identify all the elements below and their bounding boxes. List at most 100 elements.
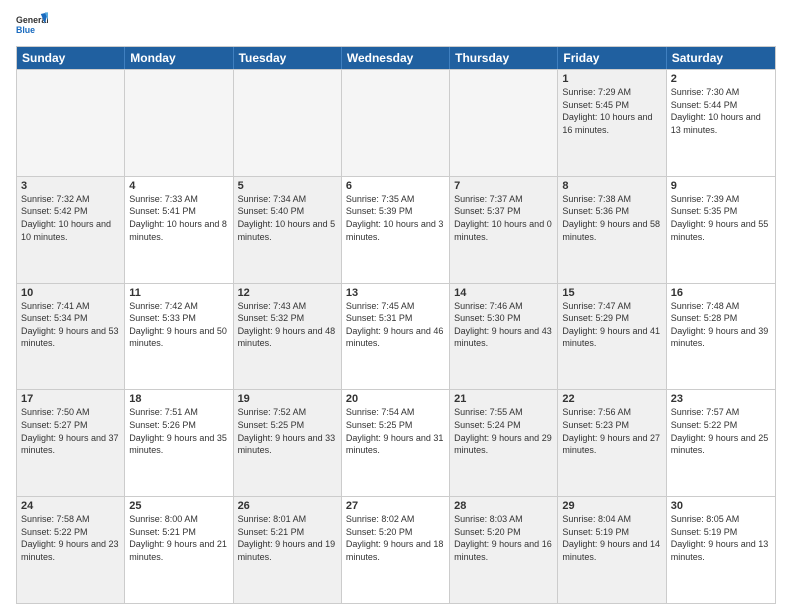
calendar-cell: 7Sunrise: 7:37 AM Sunset: 5:37 PM Daylig… bbox=[450, 177, 558, 283]
day-number: 7 bbox=[454, 180, 553, 192]
day-info: Sunrise: 7:29 AM Sunset: 5:45 PM Dayligh… bbox=[562, 86, 661, 136]
calendar-cell: 14Sunrise: 7:46 AM Sunset: 5:30 PM Dayli… bbox=[450, 284, 558, 390]
calendar-cell: 18Sunrise: 7:51 AM Sunset: 5:26 PM Dayli… bbox=[125, 390, 233, 496]
day-info: Sunrise: 8:05 AM Sunset: 5:19 PM Dayligh… bbox=[671, 513, 771, 563]
day-number: 17 bbox=[21, 393, 120, 405]
day-info: Sunrise: 7:51 AM Sunset: 5:26 PM Dayligh… bbox=[129, 406, 228, 456]
header-cell-monday: Monday bbox=[125, 47, 233, 69]
calendar-row-0: 1Sunrise: 7:29 AM Sunset: 5:45 PM Daylig… bbox=[17, 69, 775, 176]
day-info: Sunrise: 7:37 AM Sunset: 5:37 PM Dayligh… bbox=[454, 193, 553, 243]
calendar-cell: 19Sunrise: 7:52 AM Sunset: 5:25 PM Dayli… bbox=[234, 390, 342, 496]
calendar-cell: 29Sunrise: 8:04 AM Sunset: 5:19 PM Dayli… bbox=[558, 497, 666, 603]
calendar-cell: 10Sunrise: 7:41 AM Sunset: 5:34 PM Dayli… bbox=[17, 284, 125, 390]
day-number: 13 bbox=[346, 287, 445, 299]
header-cell-thursday: Thursday bbox=[450, 47, 558, 69]
header-cell-friday: Friday bbox=[558, 47, 666, 69]
day-info: Sunrise: 7:43 AM Sunset: 5:32 PM Dayligh… bbox=[238, 300, 337, 350]
calendar-cell: 11Sunrise: 7:42 AM Sunset: 5:33 PM Dayli… bbox=[125, 284, 233, 390]
calendar-header: SundayMondayTuesdayWednesdayThursdayFrid… bbox=[17, 47, 775, 69]
calendar-cell: 28Sunrise: 8:03 AM Sunset: 5:20 PM Dayli… bbox=[450, 497, 558, 603]
calendar-cell: 1Sunrise: 7:29 AM Sunset: 5:45 PM Daylig… bbox=[558, 70, 666, 176]
day-info: Sunrise: 7:38 AM Sunset: 5:36 PM Dayligh… bbox=[562, 193, 661, 243]
day-info: Sunrise: 7:54 AM Sunset: 5:25 PM Dayligh… bbox=[346, 406, 445, 456]
svg-text:Blue: Blue bbox=[16, 25, 35, 35]
calendar-cell: 13Sunrise: 7:45 AM Sunset: 5:31 PM Dayli… bbox=[342, 284, 450, 390]
day-number: 1 bbox=[562, 73, 661, 85]
day-info: Sunrise: 7:42 AM Sunset: 5:33 PM Dayligh… bbox=[129, 300, 228, 350]
day-number: 2 bbox=[671, 73, 771, 85]
day-number: 9 bbox=[671, 180, 771, 192]
calendar-cell: 4Sunrise: 7:33 AM Sunset: 5:41 PM Daylig… bbox=[125, 177, 233, 283]
calendar-cell: 21Sunrise: 7:55 AM Sunset: 5:24 PM Dayli… bbox=[450, 390, 558, 496]
day-info: Sunrise: 7:46 AM Sunset: 5:30 PM Dayligh… bbox=[454, 300, 553, 350]
day-number: 28 bbox=[454, 500, 553, 512]
calendar-cell bbox=[125, 70, 233, 176]
calendar-cell bbox=[450, 70, 558, 176]
day-number: 25 bbox=[129, 500, 228, 512]
day-number: 18 bbox=[129, 393, 228, 405]
day-number: 16 bbox=[671, 287, 771, 299]
header-cell-saturday: Saturday bbox=[667, 47, 775, 69]
logo-icon: General Blue bbox=[16, 12, 48, 40]
day-info: Sunrise: 7:57 AM Sunset: 5:22 PM Dayligh… bbox=[671, 406, 771, 456]
calendar-cell: 23Sunrise: 7:57 AM Sunset: 5:22 PM Dayli… bbox=[667, 390, 775, 496]
day-number: 26 bbox=[238, 500, 337, 512]
day-number: 6 bbox=[346, 180, 445, 192]
day-info: Sunrise: 8:04 AM Sunset: 5:19 PM Dayligh… bbox=[562, 513, 661, 563]
calendar-row-2: 10Sunrise: 7:41 AM Sunset: 5:34 PM Dayli… bbox=[17, 283, 775, 390]
day-number: 8 bbox=[562, 180, 661, 192]
calendar-cell: 3Sunrise: 7:32 AM Sunset: 5:42 PM Daylig… bbox=[17, 177, 125, 283]
day-info: Sunrise: 7:32 AM Sunset: 5:42 PM Dayligh… bbox=[21, 193, 120, 243]
calendar-cell: 25Sunrise: 8:00 AM Sunset: 5:21 PM Dayli… bbox=[125, 497, 233, 603]
calendar-cell: 22Sunrise: 7:56 AM Sunset: 5:23 PM Dayli… bbox=[558, 390, 666, 496]
calendar-cell: 8Sunrise: 7:38 AM Sunset: 5:36 PM Daylig… bbox=[558, 177, 666, 283]
day-info: Sunrise: 7:41 AM Sunset: 5:34 PM Dayligh… bbox=[21, 300, 120, 350]
day-number: 29 bbox=[562, 500, 661, 512]
day-number: 12 bbox=[238, 287, 337, 299]
day-number: 27 bbox=[346, 500, 445, 512]
calendar-cell: 12Sunrise: 7:43 AM Sunset: 5:32 PM Dayli… bbox=[234, 284, 342, 390]
calendar-cell: 16Sunrise: 7:48 AM Sunset: 5:28 PM Dayli… bbox=[667, 284, 775, 390]
calendar-row-4: 24Sunrise: 7:58 AM Sunset: 5:22 PM Dayli… bbox=[17, 496, 775, 603]
day-number: 14 bbox=[454, 287, 553, 299]
calendar-cell: 30Sunrise: 8:05 AM Sunset: 5:19 PM Dayli… bbox=[667, 497, 775, 603]
day-number: 24 bbox=[21, 500, 120, 512]
day-info: Sunrise: 7:56 AM Sunset: 5:23 PM Dayligh… bbox=[562, 406, 661, 456]
day-info: Sunrise: 8:01 AM Sunset: 5:21 PM Dayligh… bbox=[238, 513, 337, 563]
day-info: Sunrise: 8:00 AM Sunset: 5:21 PM Dayligh… bbox=[129, 513, 228, 563]
calendar-cell: 27Sunrise: 8:02 AM Sunset: 5:20 PM Dayli… bbox=[342, 497, 450, 603]
day-number: 11 bbox=[129, 287, 228, 299]
calendar-cell: 9Sunrise: 7:39 AM Sunset: 5:35 PM Daylig… bbox=[667, 177, 775, 283]
day-info: Sunrise: 7:30 AM Sunset: 5:44 PM Dayligh… bbox=[671, 86, 771, 136]
day-number: 19 bbox=[238, 393, 337, 405]
day-number: 22 bbox=[562, 393, 661, 405]
day-number: 15 bbox=[562, 287, 661, 299]
day-number: 23 bbox=[671, 393, 771, 405]
day-number: 20 bbox=[346, 393, 445, 405]
header-cell-sunday: Sunday bbox=[17, 47, 125, 69]
day-info: Sunrise: 7:48 AM Sunset: 5:28 PM Dayligh… bbox=[671, 300, 771, 350]
calendar-cell: 26Sunrise: 8:01 AM Sunset: 5:21 PM Dayli… bbox=[234, 497, 342, 603]
day-number: 4 bbox=[129, 180, 228, 192]
day-number: 5 bbox=[238, 180, 337, 192]
day-info: Sunrise: 7:39 AM Sunset: 5:35 PM Dayligh… bbox=[671, 193, 771, 243]
day-info: Sunrise: 8:03 AM Sunset: 5:20 PM Dayligh… bbox=[454, 513, 553, 563]
day-info: Sunrise: 7:34 AM Sunset: 5:40 PM Dayligh… bbox=[238, 193, 337, 243]
day-info: Sunrise: 7:47 AM Sunset: 5:29 PM Dayligh… bbox=[562, 300, 661, 350]
calendar-row-1: 3Sunrise: 7:32 AM Sunset: 5:42 PM Daylig… bbox=[17, 176, 775, 283]
calendar-cell: 20Sunrise: 7:54 AM Sunset: 5:25 PM Dayli… bbox=[342, 390, 450, 496]
page: General Blue SundayMondayTuesdayWednesda… bbox=[0, 0, 792, 612]
top-section: General Blue bbox=[16, 12, 776, 40]
calendar-cell: 6Sunrise: 7:35 AM Sunset: 5:39 PM Daylig… bbox=[342, 177, 450, 283]
calendar-cell: 24Sunrise: 7:58 AM Sunset: 5:22 PM Dayli… bbox=[17, 497, 125, 603]
logo: General Blue bbox=[16, 12, 48, 40]
header-cell-wednesday: Wednesday bbox=[342, 47, 450, 69]
day-info: Sunrise: 8:02 AM Sunset: 5:20 PM Dayligh… bbox=[346, 513, 445, 563]
day-info: Sunrise: 7:45 AM Sunset: 5:31 PM Dayligh… bbox=[346, 300, 445, 350]
calendar-cell: 15Sunrise: 7:47 AM Sunset: 5:29 PM Dayli… bbox=[558, 284, 666, 390]
calendar-cell: 5Sunrise: 7:34 AM Sunset: 5:40 PM Daylig… bbox=[234, 177, 342, 283]
calendar-cell: 17Sunrise: 7:50 AM Sunset: 5:27 PM Dayli… bbox=[17, 390, 125, 496]
day-number: 30 bbox=[671, 500, 771, 512]
day-info: Sunrise: 7:58 AM Sunset: 5:22 PM Dayligh… bbox=[21, 513, 120, 563]
day-number: 10 bbox=[21, 287, 120, 299]
